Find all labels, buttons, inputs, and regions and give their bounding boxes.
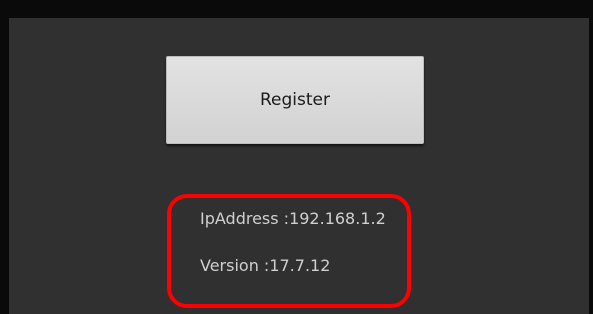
- register-button[interactable]: Register: [166, 56, 424, 144]
- version-label: Version :17.7.12: [200, 256, 331, 275]
- ip-address-label: IpAddress :192.168.1.2: [200, 209, 386, 228]
- register-button-label: Register: [260, 90, 330, 110]
